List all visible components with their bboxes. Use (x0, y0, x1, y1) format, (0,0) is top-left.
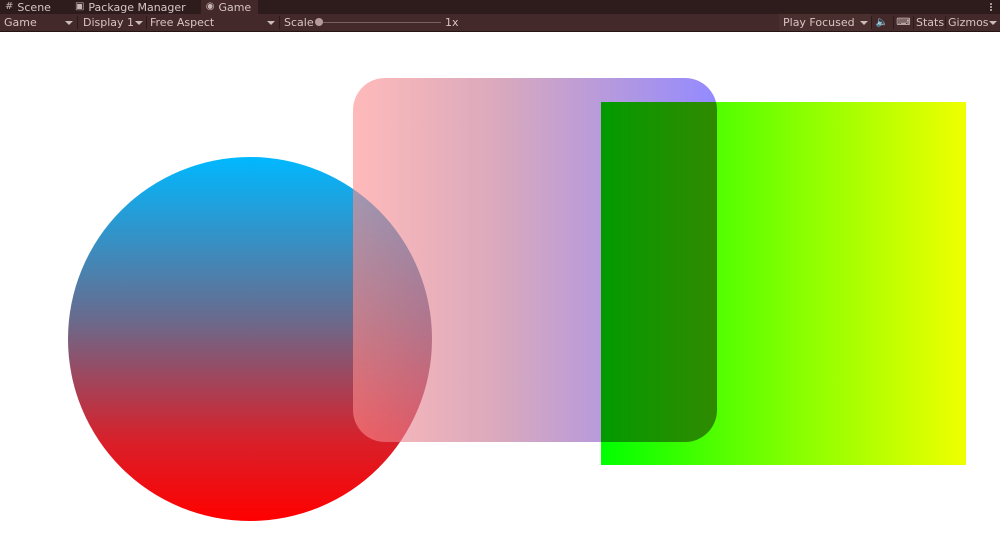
stats-button-label: Stats (916, 16, 945, 29)
stats-button[interactable]: Stats (914, 14, 944, 31)
view-select-label: Game (4, 16, 37, 29)
scale-slider-handle[interactable] (315, 18, 323, 26)
aspect-select-label: Free Aspect (150, 16, 215, 29)
gizmos-select-label: Gizmos (948, 16, 989, 29)
tab-game[interactable]: ◉ Game (200, 0, 259, 14)
more-options-icon[interactable] (990, 0, 994, 14)
speaker-icon: 🔈 (875, 17, 889, 28)
scale-value-text: 1x (445, 16, 459, 29)
gradient-square (601, 102, 966, 465)
scale-label: Scale (284, 14, 314, 31)
game-view-toolbar: Game Display 1 Free Aspect Scale 1x Play… (0, 14, 1000, 32)
play-mode-select[interactable]: Play Focused (779, 14, 871, 31)
scale-value: 1x (445, 14, 459, 31)
scale-label-text: Scale (284, 16, 314, 29)
package-icon: ▣ (74, 1, 85, 12)
gamepad-icon: ◉ (205, 1, 215, 12)
aspect-select[interactable]: Free Aspect (146, 14, 278, 31)
tab-scene[interactable]: # Scene (0, 0, 58, 14)
tab-scene-label: Scene (17, 0, 51, 14)
view-select[interactable]: Game (0, 14, 76, 31)
tab-game-label: Game (218, 0, 252, 14)
keyboard-icon: ⌨ (896, 17, 911, 28)
scale-slider-track[interactable] (319, 22, 441, 23)
tab-package-manager-label: Package Manager (88, 0, 186, 14)
game-viewport[interactable] (0, 32, 1000, 533)
gizmos-select[interactable]: Gizmos (945, 14, 1000, 31)
grid-icon: # (5, 1, 14, 12)
shortcuts-button[interactable]: ⌨ (894, 14, 913, 31)
play-mode-select-label: Play Focused (783, 16, 855, 29)
editor-tab-bar: # Scene ▣ Package Manager ◉ Game (0, 0, 1000, 14)
display-select[interactable]: Display 1 (79, 14, 146, 31)
mute-audio-button[interactable]: 🔈 (872, 14, 892, 31)
display-select-label: Display 1 (83, 16, 135, 29)
tab-package-manager[interactable]: ▣ Package Manager (70, 0, 193, 14)
